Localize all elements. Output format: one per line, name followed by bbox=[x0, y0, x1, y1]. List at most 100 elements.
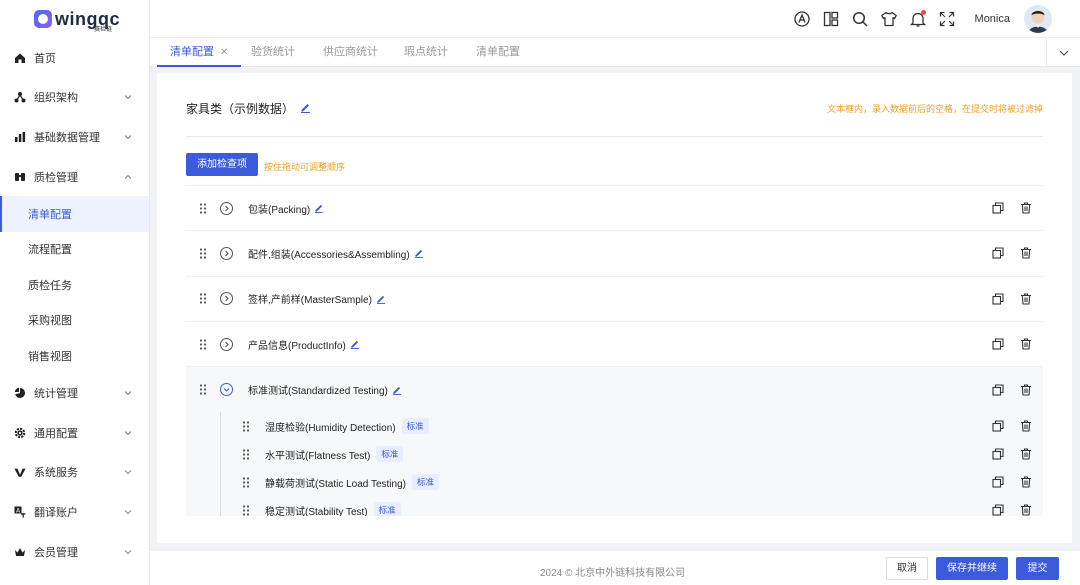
drag-handle-icon[interactable] bbox=[199, 203, 209, 214]
edit-icon[interactable] bbox=[414, 248, 424, 259]
standard-tag: 标准 bbox=[401, 418, 429, 435]
crown-icon bbox=[14, 546, 26, 558]
row-actions bbox=[992, 202, 1032, 214]
copy-icon[interactable] bbox=[992, 338, 1004, 350]
search-icon[interactable] bbox=[851, 10, 869, 28]
tab-checklist-active[interactable]: 清单配置 ✕ bbox=[157, 38, 242, 67]
font-size-icon[interactable] bbox=[793, 10, 811, 28]
chart-icon bbox=[14, 131, 26, 143]
sidebar-item-members[interactable]: 会员管理 bbox=[0, 532, 149, 572]
sidebar-sub-item-process[interactable]: 流程配置 bbox=[0, 232, 149, 267]
sidebar-item-stats[interactable]: 统计管理 bbox=[0, 373, 149, 413]
row-actions bbox=[992, 247, 1032, 259]
chevron-down-icon bbox=[124, 470, 132, 475]
trash-icon[interactable] bbox=[1020, 247, 1032, 259]
tab-inspection-stats[interactable]: 验货统计 bbox=[251, 38, 295, 67]
sidebar-sub-item-tasks[interactable]: 质检任务 bbox=[0, 267, 149, 302]
edit-icon[interactable] bbox=[314, 203, 324, 214]
trash-icon[interactable] bbox=[1020, 384, 1032, 396]
copy-icon[interactable] bbox=[992, 448, 1004, 461]
copy-icon[interactable] bbox=[992, 247, 1004, 259]
cancel-button[interactable]: 取消 bbox=[886, 557, 928, 580]
submit-button[interactable]: 提交 bbox=[1016, 557, 1059, 580]
edit-icon[interactable] bbox=[392, 385, 402, 395]
sidebar-item-qc[interactable]: 质检管理 bbox=[0, 157, 149, 197]
standard-tag: 标准 bbox=[376, 446, 404, 463]
copy-icon[interactable] bbox=[992, 384, 1004, 396]
tab-checklist[interactable]: 清单配置 bbox=[476, 38, 520, 67]
sub-item-row: 稳定测试(Stability Test) 标准 bbox=[186, 496, 1043, 516]
trash-icon[interactable] bbox=[1020, 448, 1032, 461]
expand-icon[interactable] bbox=[220, 337, 233, 351]
drag-handle-icon[interactable] bbox=[199, 384, 209, 395]
sidebar-item-label: 通用配置 bbox=[34, 427, 78, 440]
trash-icon[interactable] bbox=[1020, 504, 1032, 516]
sidebar-item-home[interactable]: 首页 bbox=[0, 38, 149, 78]
copy-icon[interactable] bbox=[992, 202, 1004, 214]
chevron-down-icon bbox=[1059, 50, 1068, 56]
page-title: 家具类（示例数据） bbox=[186, 102, 295, 116]
sidebar-sub-item-checklist[interactable]: 清单配置 bbox=[0, 196, 149, 232]
expand-icon[interactable] bbox=[220, 292, 233, 306]
expand-icon[interactable] bbox=[220, 246, 233, 260]
collapse-icon[interactable] bbox=[220, 383, 233, 397]
drag-handle-icon[interactable] bbox=[242, 421, 252, 432]
check-item-row: 产品信息(ProductInfo) bbox=[186, 322, 1043, 368]
chevron-down-icon bbox=[124, 510, 132, 515]
layout-icon[interactable] bbox=[822, 10, 840, 28]
expand-icon[interactable] bbox=[220, 201, 233, 215]
chevron-down-icon bbox=[124, 135, 132, 140]
chevron-down-icon bbox=[124, 391, 132, 396]
drag-handle-icon[interactable] bbox=[199, 248, 209, 259]
check-item-label: 产品信息(ProductInfo) bbox=[248, 340, 346, 352]
sidebar-item-services[interactable]: 系统服务 bbox=[0, 453, 149, 493]
copy-icon[interactable] bbox=[992, 420, 1004, 433]
trash-icon[interactable] bbox=[1020, 202, 1032, 214]
tab-supplier-stats[interactable]: 供应商统计 bbox=[323, 38, 378, 67]
close-icon[interactable]: ✕ bbox=[220, 47, 228, 58]
theme-icon[interactable] bbox=[880, 10, 898, 28]
edit-title-icon[interactable] bbox=[300, 102, 311, 116]
row-actions bbox=[992, 448, 1032, 461]
sidebar-sub-item-sales[interactable]: 销售视图 bbox=[0, 338, 149, 373]
drag-handle-icon[interactable] bbox=[242, 449, 252, 460]
drag-handle-icon[interactable] bbox=[199, 293, 209, 304]
check-item-row-expanded: 标准测试(Standardized Testing) bbox=[186, 367, 1043, 413]
save-continue-button[interactable]: 保存并继续 bbox=[936, 557, 1008, 580]
sidebar-item-translate[interactable]: A 翻译账户 bbox=[0, 492, 149, 532]
sidebar-item-base-data[interactable]: 基础数据管理 bbox=[0, 117, 149, 157]
qc-icon bbox=[14, 171, 26, 183]
drag-handle-icon[interactable] bbox=[199, 338, 209, 350]
sidebar-item-org[interactable]: 组织架构 bbox=[0, 78, 149, 118]
chevron-down-icon bbox=[124, 95, 132, 100]
sub-item-row: 静载荷测试(Static Load Testing) 标准 bbox=[186, 468, 1043, 496]
drag-handle-icon[interactable] bbox=[242, 477, 252, 488]
logo[interactable]: wingqc bbox=[0, 0, 149, 38]
tab-defect-stats[interactable]: 瑕点统计 bbox=[404, 38, 448, 67]
edit-icon[interactable] bbox=[350, 339, 360, 350]
username[interactable]: Monica bbox=[975, 13, 1010, 25]
sidebar-sub-item-purchase[interactable]: 采购视图 bbox=[0, 303, 149, 338]
whitespace-tip: 文本框内，录入数据前后的空格，在提交时将被过滤掉 bbox=[826, 104, 1043, 114]
tabs-dropdown[interactable] bbox=[1046, 38, 1080, 67]
drag-handle-icon[interactable] bbox=[242, 505, 252, 516]
check-item-row: 配件,组装(Accessories&Assembling) bbox=[186, 231, 1043, 277]
divider bbox=[186, 136, 1043, 137]
trash-icon[interactable] bbox=[1020, 420, 1032, 433]
edit-icon[interactable] bbox=[376, 294, 386, 304]
add-check-item-button[interactable]: 添加检查项 bbox=[186, 153, 258, 176]
copy-icon[interactable] bbox=[992, 293, 1004, 305]
copyright: 2024 © 北京中外链科技有限公司 bbox=[540, 568, 686, 579]
copy-icon[interactable] bbox=[992, 476, 1004, 489]
bell-icon[interactable] bbox=[909, 10, 927, 28]
trash-icon[interactable] bbox=[1020, 338, 1032, 350]
trash-icon[interactable] bbox=[1020, 293, 1032, 305]
copy-icon[interactable] bbox=[992, 504, 1004, 516]
trash-icon[interactable] bbox=[1020, 476, 1032, 489]
sidebar-item-config[interactable]: 通用配置 bbox=[0, 413, 149, 453]
fullscreen-icon[interactable] bbox=[938, 10, 956, 28]
row-actions bbox=[992, 504, 1032, 516]
sidebar-nav: 首页 组织架构 基础数据管理 质检管理 bbox=[0, 38, 149, 196]
sub-item-label: 稳定测试(Stability Test) bbox=[265, 506, 368, 516]
avatar[interactable] bbox=[1024, 5, 1052, 33]
